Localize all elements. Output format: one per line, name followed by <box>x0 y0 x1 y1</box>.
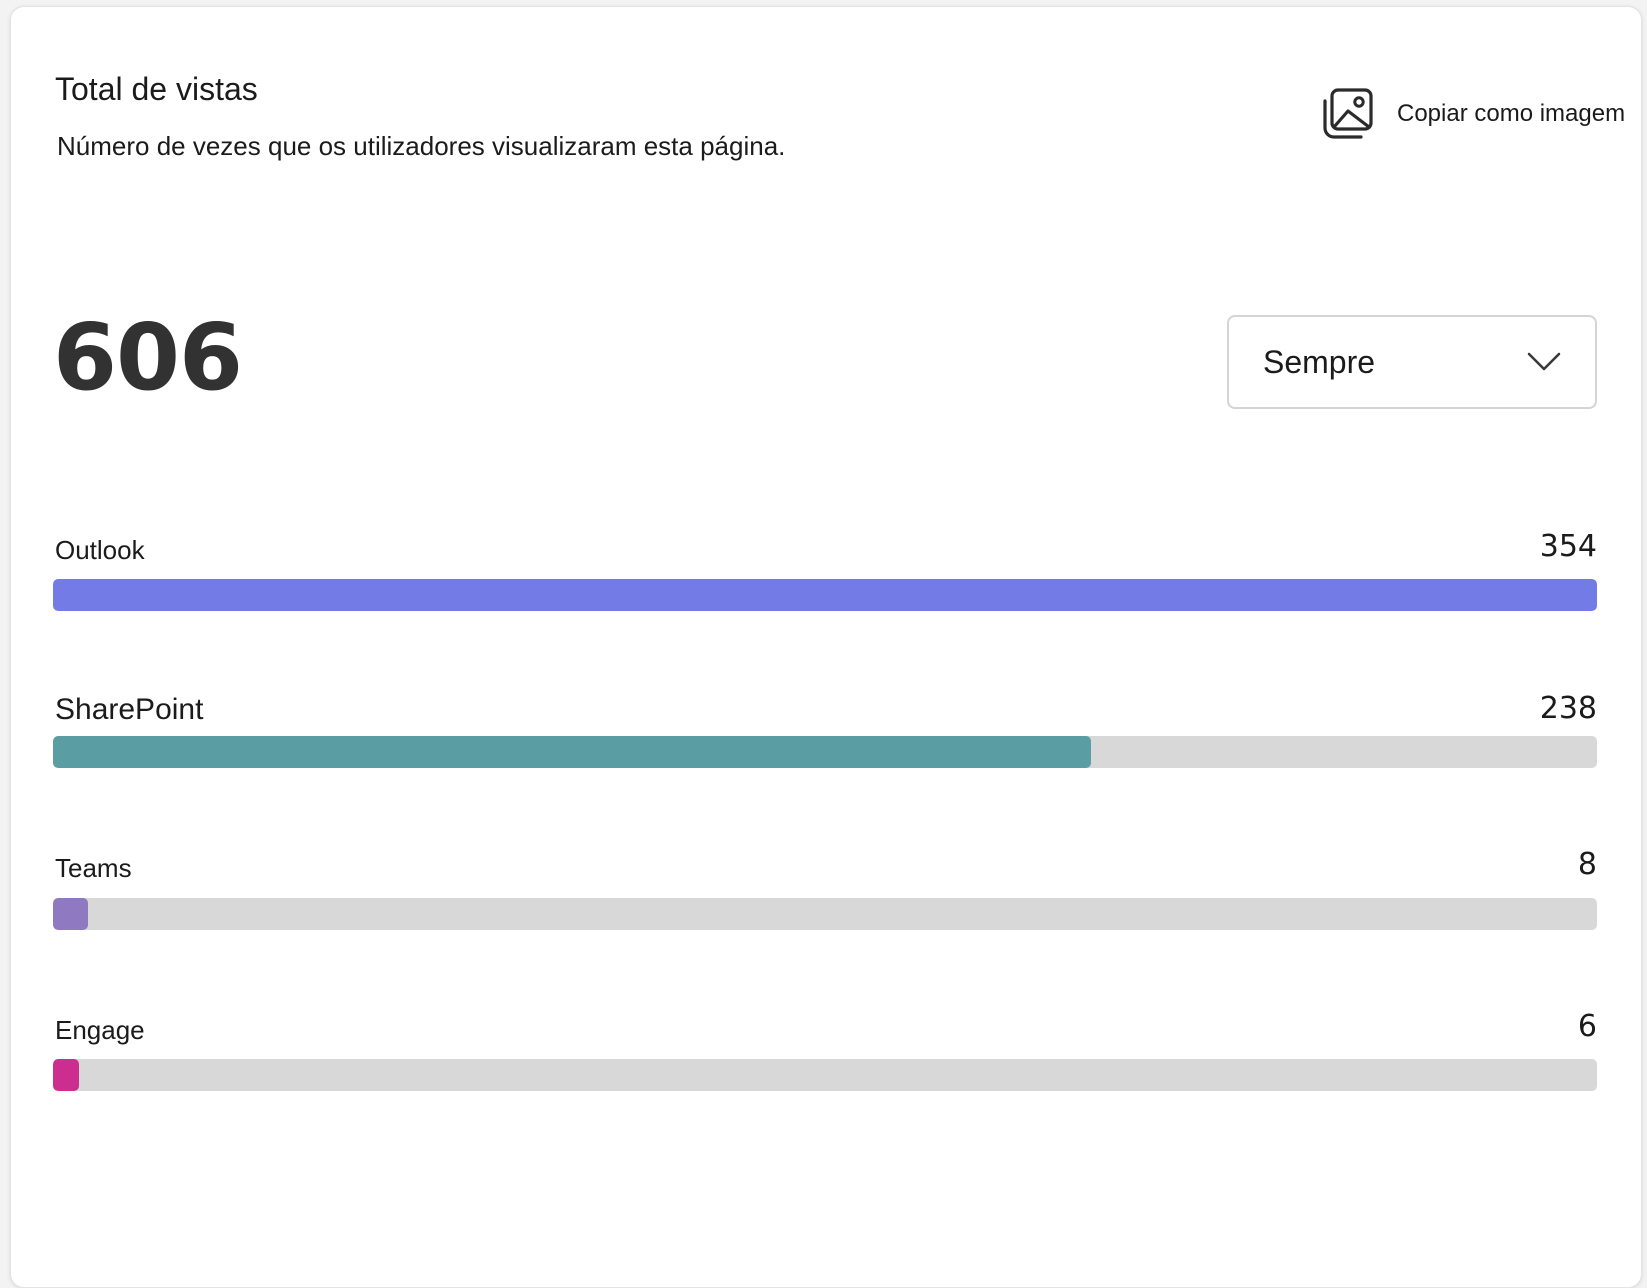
card-subtitle: Número de vezes que os utilizadores visu… <box>57 131 786 161</box>
copy-as-image-button[interactable]: Copiar como imagem <box>1321 87 1625 141</box>
chevron-down-icon <box>1527 352 1561 372</box>
bar-fill <box>53 579 1597 611</box>
bar-label: Engage <box>55 1015 145 1045</box>
bar-track <box>53 736 1597 768</box>
card-title: Total de vistas <box>55 71 258 107</box>
bar-fill <box>53 736 1091 768</box>
bar-value: 8 <box>1577 847 1597 882</box>
bar-track <box>53 898 1597 930</box>
bar-fill <box>53 898 88 930</box>
bar-fill <box>53 1059 79 1091</box>
total-views-count: 606 <box>53 304 243 411</box>
image-copy-icon <box>1321 87 1375 141</box>
bar-value: 6 <box>1577 1009 1597 1044</box>
bar-value: 238 <box>1539 691 1597 726</box>
period-dropdown-value: Sempre <box>1263 343 1376 380</box>
bar-label: Outlook <box>55 535 145 565</box>
bar-track <box>53 579 1597 611</box>
bar-value: 354 <box>1539 529 1597 564</box>
bar-label: Teams <box>55 853 132 883</box>
period-dropdown[interactable]: Sempre <box>1227 315 1597 409</box>
total-views-card: Total de vistas Número de vezes que os u… <box>10 6 1642 1288</box>
bar-label: SharePoint <box>55 693 204 726</box>
bar-track <box>53 1059 1597 1091</box>
copy-as-image-label: Copiar como imagem <box>1397 100 1626 127</box>
